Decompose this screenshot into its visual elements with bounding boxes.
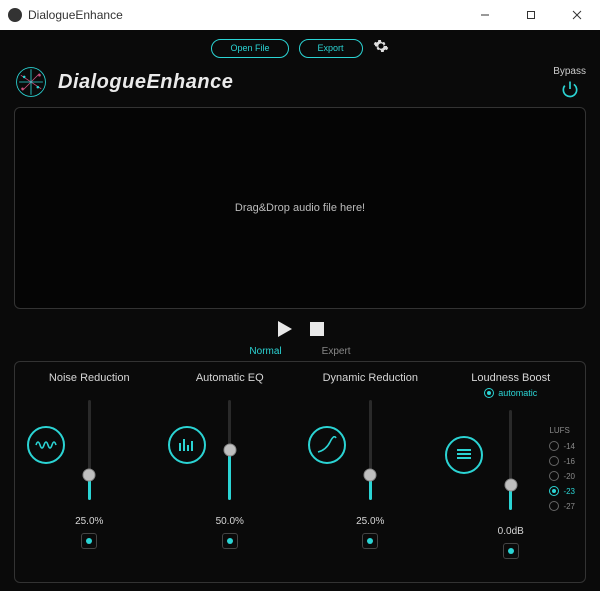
window-controls bbox=[462, 0, 600, 30]
settings-button[interactable] bbox=[373, 38, 389, 59]
loudness-boost-enable[interactable] bbox=[503, 543, 519, 559]
loudness-bars-icon bbox=[445, 436, 483, 474]
noise-reduction-value: 25.0% bbox=[75, 516, 103, 527]
minimize-button[interactable] bbox=[462, 0, 508, 30]
close-button[interactable] bbox=[554, 0, 600, 30]
lufs-options: LUFS -14 -16 -20 -23 -27 bbox=[549, 426, 575, 511]
dynamic-reduction-title: Dynamic Reduction bbox=[323, 372, 418, 384]
lufs-option-20[interactable]: -20 bbox=[549, 471, 575, 481]
power-icon bbox=[560, 79, 580, 99]
header-row: DialogueEnhance Bypass bbox=[8, 65, 592, 103]
dropzone[interactable]: Drag&Drop audio file here! bbox=[14, 107, 586, 309]
automatic-eq-slider[interactable] bbox=[162, 390, 299, 500]
lufs-option-16[interactable]: -16 bbox=[549, 456, 575, 466]
open-file-button[interactable]: Open File bbox=[211, 39, 288, 58]
waveform-icon bbox=[27, 426, 65, 464]
equalizer-icon bbox=[168, 426, 206, 464]
lufs-option-27[interactable]: -27 bbox=[549, 501, 575, 511]
maximize-button[interactable] bbox=[508, 0, 554, 30]
brand: DialogueEnhance bbox=[14, 65, 233, 99]
dynamic-reduction-value: 25.0% bbox=[356, 516, 384, 527]
controls-panel: Noise Reduction 25.0% Automatic EQ bbox=[14, 361, 586, 583]
loudness-automatic-toggle[interactable]: automatic bbox=[484, 388, 537, 398]
titlebar-left: DialogueEnhance bbox=[0, 8, 123, 22]
automatic-eq-value: 50.0% bbox=[216, 516, 244, 527]
titlebar: DialogueEnhance bbox=[0, 0, 600, 31]
automatic-eq-column: Automatic EQ 50.0% bbox=[162, 372, 299, 574]
compressor-curve-icon bbox=[308, 426, 346, 464]
loudness-boost-column: Loudness Boost automatic bbox=[443, 372, 580, 574]
tab-normal[interactable]: Normal bbox=[249, 346, 281, 357]
transport bbox=[8, 315, 592, 346]
app-icon bbox=[8, 8, 22, 22]
noise-reduction-slider[interactable] bbox=[21, 390, 158, 500]
lufs-option-23[interactable]: -23 bbox=[549, 486, 575, 496]
gear-icon bbox=[373, 38, 389, 54]
client-area: Open File Export Dialogue bbox=[0, 30, 600, 591]
stop-icon bbox=[308, 320, 326, 338]
play-icon bbox=[274, 319, 294, 339]
loudness-boost-title: Loudness Boost bbox=[471, 372, 550, 384]
top-toolbar: Open File Export bbox=[8, 36, 592, 65]
play-button[interactable] bbox=[274, 319, 294, 344]
automatic-eq-title: Automatic EQ bbox=[196, 372, 264, 384]
mode-tabs: Normal Expert bbox=[8, 346, 592, 361]
minimize-icon bbox=[480, 10, 490, 20]
lufs-option-14[interactable]: -14 bbox=[549, 441, 575, 451]
bypass-control[interactable]: Bypass bbox=[553, 66, 586, 99]
dynamic-reduction-enable[interactable] bbox=[362, 533, 378, 549]
dropzone-hint: Drag&Drop audio file here! bbox=[235, 202, 365, 214]
noise-reduction-enable[interactable] bbox=[81, 533, 97, 549]
maximize-icon bbox=[526, 10, 536, 20]
tab-expert[interactable]: Expert bbox=[322, 346, 351, 357]
stop-button[interactable] bbox=[308, 320, 326, 343]
noise-reduction-title: Noise Reduction bbox=[49, 372, 130, 384]
app-title: DialogueEnhance bbox=[28, 8, 123, 22]
loudness-boost-value: 0.0dB bbox=[498, 526, 524, 537]
export-button[interactable]: Export bbox=[299, 39, 363, 58]
bypass-label: Bypass bbox=[553, 66, 586, 77]
close-icon bbox=[572, 10, 582, 20]
logo-icon bbox=[14, 65, 48, 99]
automatic-eq-enable[interactable] bbox=[222, 533, 238, 549]
lufs-title: LUFS bbox=[549, 426, 569, 435]
noise-reduction-column: Noise Reduction 25.0% bbox=[21, 372, 158, 574]
app-window: DialogueEnhance Open File Export bbox=[0, 0, 600, 591]
dynamic-reduction-slider[interactable] bbox=[302, 390, 439, 500]
brand-name: DialogueEnhance bbox=[58, 71, 233, 94]
radio-on-icon bbox=[484, 388, 494, 398]
loudness-automatic-label: automatic bbox=[498, 388, 537, 398]
dynamic-reduction-column: Dynamic Reduction 25.0% bbox=[302, 372, 439, 574]
